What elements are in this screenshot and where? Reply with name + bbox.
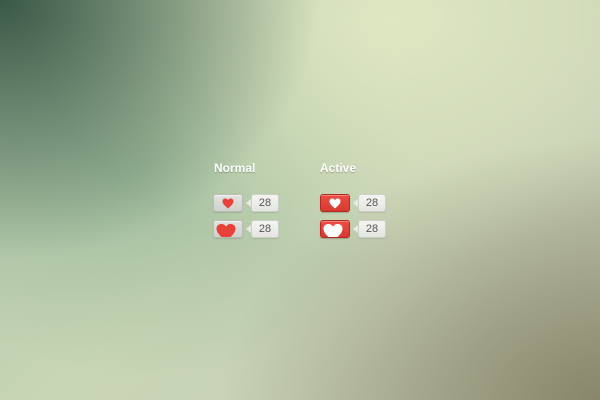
like-button-active-small[interactable] xyxy=(320,194,350,212)
heart-icon xyxy=(329,198,341,208)
heart-icon xyxy=(222,198,234,208)
heart-icon xyxy=(323,223,343,237)
like-button-active-large[interactable] xyxy=(320,220,350,238)
like-count-normal-small: 28 xyxy=(251,194,279,212)
active-column-title: Active xyxy=(320,161,357,175)
heart-icon xyxy=(216,223,236,237)
like-count-normal-large: 28 xyxy=(251,220,279,238)
like-button-normal-small[interactable] xyxy=(213,194,243,212)
like-count-active-small: 28 xyxy=(358,194,386,212)
normal-column-title: Normal xyxy=(214,161,256,175)
like-button-normal-large[interactable] xyxy=(213,220,243,238)
like-count-active-large: 28 xyxy=(358,220,386,238)
